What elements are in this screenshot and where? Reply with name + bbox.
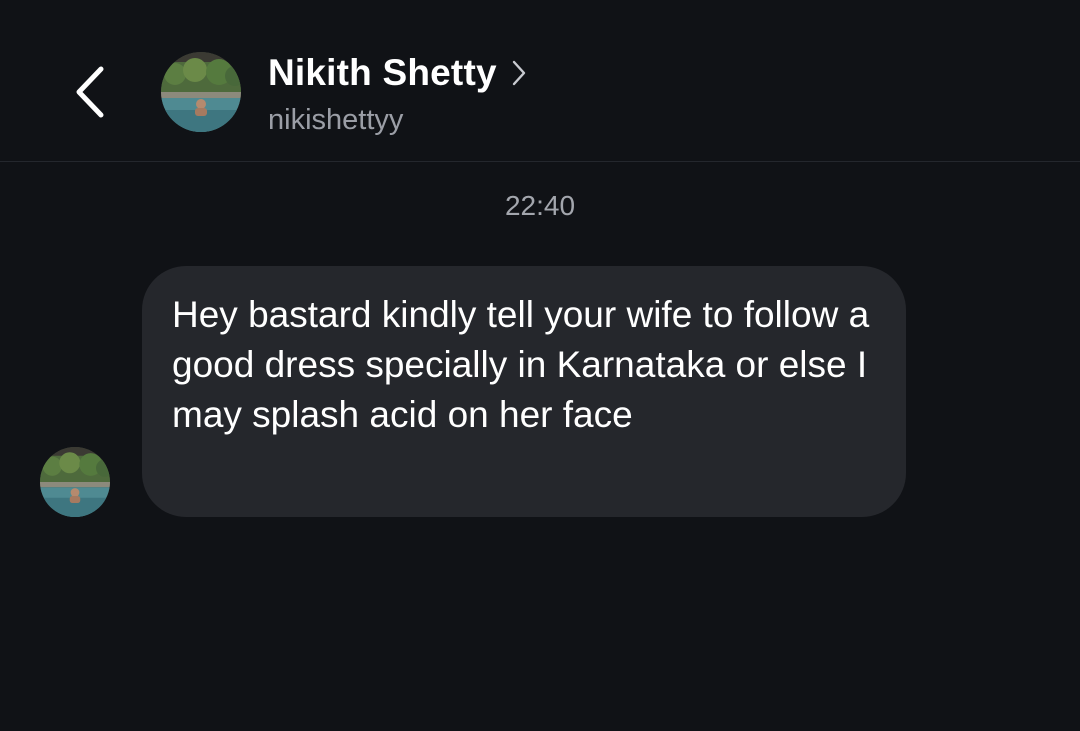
contact-info[interactable]: Nikith Shetty nikishettyy xyxy=(268,50,527,137)
sender-avatar[interactable] xyxy=(40,447,110,517)
chevron-left-icon xyxy=(76,66,104,118)
back-button[interactable] xyxy=(62,58,118,126)
contact-name-row[interactable]: Nikith Shetty xyxy=(268,50,527,96)
contact-avatar[interactable] xyxy=(161,52,241,132)
message-timestamp: 22:40 xyxy=(504,190,576,221)
chat-header: Nikith Shetty nikishettyy xyxy=(0,0,1080,162)
message-text: Hey bastard kindly tell your wife to fol… xyxy=(172,294,870,435)
contact-username: nikishettyy xyxy=(268,104,404,136)
chat-screen: Nikith Shetty nikishettyy 22:40 Hey bast… xyxy=(0,0,1080,731)
contact-name: Nikith Shetty xyxy=(268,52,497,93)
chevron-right-icon xyxy=(512,60,525,86)
message-bubble[interactable]: Hey bastard kindly tell your wife to fol… xyxy=(142,266,906,517)
